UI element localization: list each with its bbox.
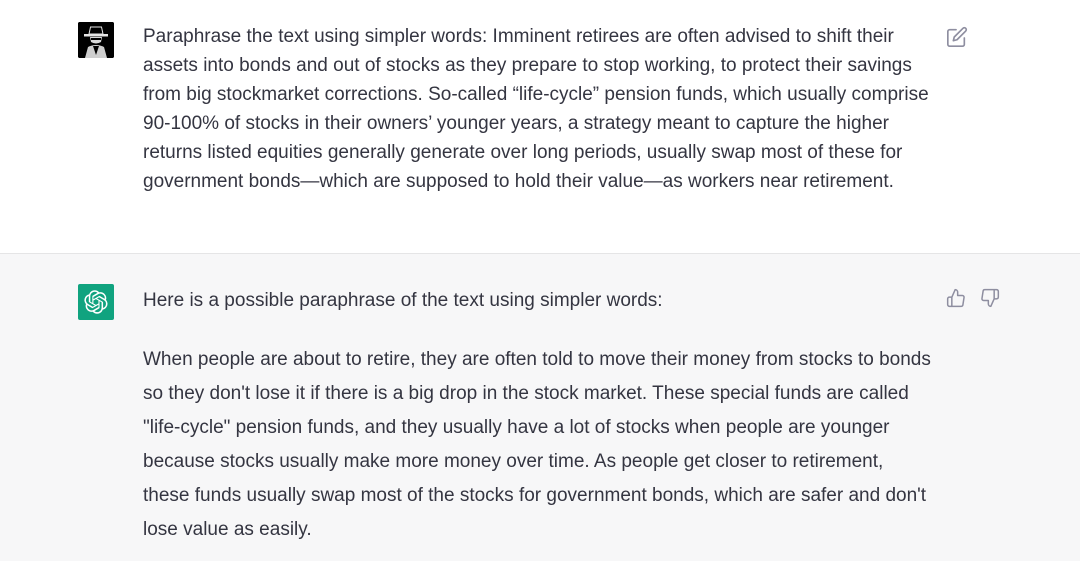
user-avatar-icon <box>78 22 114 58</box>
assistant-intro-text: Here is a possible paraphrase of the tex… <box>143 290 663 311</box>
thumbs-up-icon[interactable] <box>946 288 968 310</box>
user-message: Paraphrase the text using simpler words:… <box>0 0 1080 254</box>
edit-icon[interactable] <box>946 26 968 48</box>
assistant-message: Here is a possible paraphrase of the tex… <box>0 254 1080 561</box>
assistant-body-text: When people are about to retire, they ar… <box>143 349 937 540</box>
thumbs-down-icon[interactable] <box>980 288 1002 310</box>
openai-logo-icon <box>78 284 114 320</box>
user-message-text: Paraphrase the text using simpler words:… <box>143 26 934 192</box>
